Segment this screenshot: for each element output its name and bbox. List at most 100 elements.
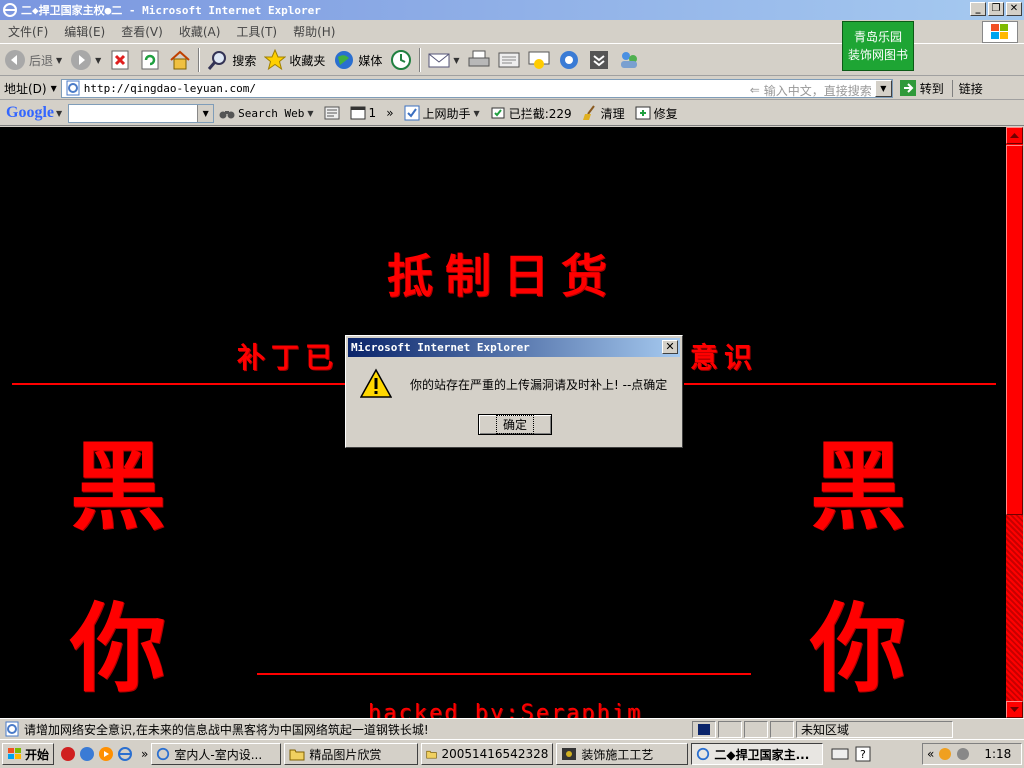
address-dropdown-button[interactable]: ▼: [874, 79, 892, 97]
go-arrow-icon: [899, 80, 916, 96]
keyboard-icon[interactable]: [831, 746, 849, 762]
scroll-down-button[interactable]: [1006, 701, 1023, 718]
google-toolbar: Google ▼ ▼ Search Web ▼ 1 » 上网助手 ▼ 已拦截:2…: [0, 101, 1024, 126]
page-icon: [5, 721, 19, 737]
ok-button[interactable]: 确定: [478, 414, 552, 435]
tray-expand-icon[interactable]: «: [927, 747, 934, 761]
more-chevron-icon[interactable]: »: [141, 747, 148, 761]
chevron-down-icon[interactable]: ▼: [95, 56, 101, 65]
chevron-down-icon[interactable]: ▼: [197, 104, 214, 122]
dialog-close-button[interactable]: ✕: [662, 340, 678, 354]
helper-button[interactable]: 上网助手 ▼: [399, 105, 485, 122]
scroll-up-button[interactable]: [1006, 127, 1023, 144]
home-button[interactable]: [165, 47, 195, 73]
mail-button[interactable]: ▼: [424, 47, 463, 73]
refresh-button[interactable]: [135, 47, 165, 73]
scroll-track[interactable]: [1006, 515, 1023, 701]
ie-icon: [697, 747, 710, 761]
messenger-icon[interactable]: [79, 746, 95, 762]
favorites-button[interactable]: 收藏夹: [260, 47, 329, 73]
ie-icon[interactable]: [117, 746, 133, 762]
back-label: 后退: [29, 53, 54, 68]
research-button[interactable]: [584, 47, 614, 73]
clean-label: 清理: [600, 106, 625, 121]
chevron-down-icon[interactable]: ▼: [453, 56, 459, 65]
discuss-button[interactable]: [524, 47, 554, 73]
minimize-button[interactable]: _: [970, 2, 986, 16]
stop-icon: [109, 49, 131, 71]
media-button[interactable]: 媒体: [329, 47, 386, 73]
forward-button[interactable]: ▼: [66, 47, 105, 73]
clean-button[interactable]: 清理: [577, 105, 630, 122]
qq-icon[interactable]: [60, 746, 76, 762]
window-icon: [350, 106, 366, 120]
history-button[interactable]: [386, 47, 416, 73]
toolbar-separator: [198, 48, 201, 72]
chevron-down-icon[interactable]: ▼: [307, 109, 313, 118]
restore-button[interactable]: ❐: [988, 2, 1004, 16]
menu-view[interactable]: 查看(V): [113, 23, 171, 40]
task-button-1[interactable]: 室内人-室内设...: [151, 743, 282, 765]
svg-text:?: ?: [860, 748, 866, 761]
quick-launch: [60, 746, 133, 762]
repair-button[interactable]: 修复: [630, 105, 683, 122]
clock: 1:18: [984, 747, 1012, 761]
address-input[interactable]: http://qingdao-leyuan.com/ ⇐ 输入中文，直接搜索 ▼: [60, 78, 893, 98]
page-subline-right: 意识: [690, 341, 759, 374]
help-icon[interactable]: ?: [855, 746, 871, 762]
status-bar: 请增加网络安全意识,在未来的信息战中黑客将为中国网络筑起一道钢铁长城! 未知区域: [0, 718, 1024, 739]
chevron-down-icon[interactable]: ▼: [56, 109, 62, 118]
address-label: 地址(D): [4, 81, 47, 96]
menu-tools[interactable]: 工具(T): [228, 23, 285, 40]
chevron-down-icon[interactable]: ▼: [51, 84, 57, 93]
security-zone: 未知区域: [796, 720, 953, 738]
page-subline-left: 补丁已: [237, 341, 340, 374]
task-button-5[interactable]: 二◆捍卫国家主...: [691, 743, 824, 765]
chevron-down-icon[interactable]: ▼: [56, 56, 62, 65]
menu-favorites[interactable]: 收藏(A): [171, 23, 229, 40]
media-player-icon[interactable]: [98, 746, 114, 762]
print-button[interactable]: [464, 47, 494, 73]
blocked-popups[interactable]: 已拦截:229: [485, 105, 577, 122]
vertical-scrollbar[interactable]: [1006, 127, 1023, 718]
search-label: 搜索: [232, 53, 257, 68]
search-button[interactable]: 搜索: [203, 47, 260, 73]
google-logo[interactable]: Google: [6, 104, 54, 122]
scroll-thumb[interactable]: [1006, 145, 1023, 515]
menu-edit[interactable]: 编辑(E): [56, 23, 113, 40]
menu-file[interactable]: 文件(F): [0, 23, 56, 40]
back-button[interactable]: 后退 ▼: [0, 47, 66, 73]
contacts-button[interactable]: [614, 47, 644, 73]
edit-button[interactable]: [494, 47, 524, 73]
tray-volume-icon[interactable]: [956, 747, 970, 761]
folder-icon: [426, 750, 438, 759]
star-icon: [264, 49, 287, 71]
tray-app-icon[interactable]: [938, 747, 952, 761]
task-button-2[interactable]: 精品图片欣赏: [284, 743, 419, 765]
divider-line: [257, 673, 751, 675]
go-button[interactable]: 转到: [899, 79, 944, 97]
search-web-button[interactable]: Search Web ▼: [214, 106, 318, 120]
more-chevron-icon[interactable]: »: [381, 106, 398, 120]
messenger-button[interactable]: [554, 47, 584, 73]
news-button[interactable]: [319, 106, 345, 120]
dialog-title: Microsoft Internet Explorer: [351, 341, 530, 354]
refresh-icon: [139, 49, 161, 71]
task-button-3[interactable]: 20051416542328: [421, 743, 554, 765]
links-button[interactable]: 链接: [951, 79, 983, 97]
menu-help[interactable]: 帮助(H): [285, 23, 343, 40]
back-arrow-icon: ⇐: [749, 83, 760, 97]
start-button[interactable]: 开始: [2, 743, 55, 765]
alert-dialog: Microsoft Internet Explorer ✕ 你的站存在严重的上传…: [345, 335, 683, 448]
google-search-input[interactable]: ▼: [68, 103, 215, 123]
promo-banner[interactable]: 青岛乐园 装饰网图书: [842, 21, 914, 71]
stop-button[interactable]: [105, 47, 135, 73]
warning-icon: [360, 368, 392, 398]
status-pane: [770, 720, 794, 738]
task-button-4[interactable]: 装饰施工工艺: [556, 743, 689, 765]
close-button[interactable]: ✕: [1006, 2, 1022, 16]
address-url: http://qingdao-leyuan.com/: [83, 81, 256, 95]
popup-counter[interactable]: 1: [345, 106, 382, 120]
chevron-down-icon[interactable]: ▼: [474, 109, 480, 118]
helper-label: 上网助手: [422, 106, 471, 121]
